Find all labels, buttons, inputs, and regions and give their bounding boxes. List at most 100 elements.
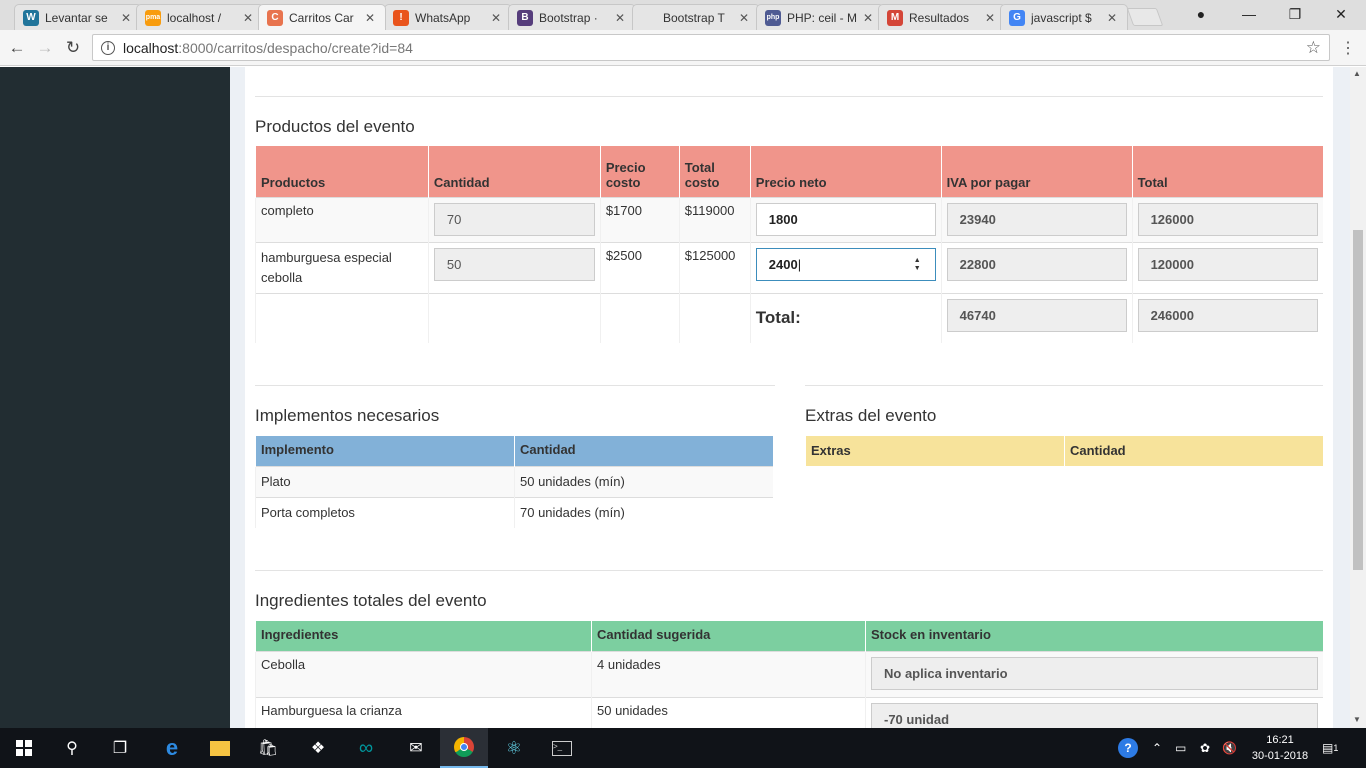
carritos-favicon: C: [267, 9, 283, 26]
implementos-title: Implementos necesarios: [255, 406, 440, 425]
store-icon[interactable]: 🛍: [244, 728, 292, 768]
cantidad-field: 70: [433, 202, 595, 236]
browser-tab[interactable]: pma localhost / ✕: [136, 4, 264, 30]
browser-tab[interactable]: W Levantar se ✕: [14, 4, 142, 30]
tab-title: localhost /: [167, 10, 222, 25]
implemento-name: Porta completos: [255, 496, 515, 528]
gmail-icon: M: [887, 9, 903, 26]
task-view-icon[interactable]: ❐: [96, 728, 144, 768]
tab-close-icon[interactable]: ✕: [363, 11, 377, 25]
browser-tab[interactable]: Bootstrap T ✕: [632, 4, 760, 30]
browser-tab-strip: W Levantar se ✕ pma localhost / ✕ C Carritos C…: [0, 0, 1366, 30]
maximize-button[interactable]: ❐: [1272, 0, 1318, 28]
browser-tab[interactable]: C Carritos Car ✕: [258, 4, 386, 30]
search-icon[interactable]: ⚲: [48, 728, 96, 768]
extras-title: Extras del evento: [805, 406, 937, 425]
scroll-thumb[interactable]: [1353, 230, 1363, 570]
totals-row: Total: 46740 246000: [255, 292, 1323, 343]
ingrediente-name: Cebolla: [255, 650, 592, 697]
dropbox-icon[interactable]: ❖: [294, 728, 342, 768]
wordpress-icon: W: [23, 9, 39, 26]
atom-icon[interactable]: ⚛: [490, 728, 538, 768]
page-scrollbar[interactable]: ▲ ▼: [1350, 67, 1366, 728]
back-arrow-icon[interactable]: ←: [6, 37, 28, 59]
forward-arrow-icon[interactable]: →: [34, 37, 56, 59]
precio-neto-input-focused[interactable]: 2400 | ▲ ▼: [755, 247, 936, 281]
table-row: Porta completos 70 unidades (mín): [255, 496, 773, 528]
battery-icon[interactable]: ▭: [1175, 728, 1186, 768]
mail-icon[interactable]: ✉: [392, 728, 440, 768]
ingredientes-title: Ingredientes totales del evento: [255, 591, 487, 610]
scroll-down-arrow-icon[interactable]: ▼: [1353, 715, 1361, 724]
arduino-icon[interactable]: ∞: [342, 728, 390, 768]
windows-start-icon[interactable]: [0, 728, 48, 768]
table-row: hamburguesa especial cebolla 50 $2500 $1…: [255, 241, 1323, 293]
address-bar[interactable]: i localhost:8000/carritos/despacho/creat…: [92, 34, 1330, 61]
browser-tab[interactable]: B Bootstrap · ✕: [508, 4, 636, 30]
tab-title: Bootstrap ·: [539, 10, 598, 25]
tab-close-icon[interactable]: ✕: [119, 11, 133, 25]
extras-table: Extras Cantidad: [805, 436, 1323, 466]
divider: [255, 570, 1323, 571]
file-explorer-icon[interactable]: [196, 728, 244, 768]
system-clock[interactable]: 16:21 30-01-2018: [1250, 732, 1310, 764]
clock-time: 16:21: [1266, 734, 1294, 746]
new-tab-button[interactable]: [1126, 8, 1164, 26]
tab-close-icon[interactable]: ✕: [489, 11, 503, 25]
chrome-taskbar-icon[interactable]: [440, 728, 488, 768]
browser-tab[interactable]: Gjavascript $ ✕: [1000, 4, 1128, 30]
tab-close-icon[interactable]: ✕: [861, 11, 875, 25]
col-ingredientes: Ingredientes: [255, 621, 592, 651]
browser-tab[interactable]: ! WhatsApp ✕: [384, 4, 512, 30]
edge-icon[interactable]: e: [148, 728, 196, 768]
profile-icon[interactable]: ●: [1178, 0, 1224, 28]
col-iva: IVA por pagar: [940, 146, 1133, 197]
precio-neto-input[interactable]: 1800: [755, 202, 936, 236]
tab-title: javascript $: [1031, 10, 1092, 25]
browser-tab[interactable]: M Resultados ✕: [878, 4, 1006, 30]
text-caret: |: [797, 256, 802, 272]
cantidad-field: 50: [433, 247, 595, 281]
tab-close-icon[interactable]: ✕: [1105, 11, 1119, 25]
divider: [255, 385, 775, 386]
wifi-icon[interactable]: ✿: [1200, 728, 1210, 768]
tab-close-icon[interactable]: ✕: [613, 11, 627, 25]
precio-costo: $2500: [599, 241, 680, 293]
col-total-costo: Total costo: [678, 146, 751, 197]
notification-count: 1: [1333, 743, 1339, 753]
implemento-cantidad: 70 unidades (mín): [514, 496, 773, 528]
stock-field: No aplica inventario: [871, 656, 1318, 690]
clock-date: 30-01-2018: [1251, 750, 1309, 762]
productos-header-row: Productos Cantidad Precio costo Total co…: [255, 146, 1323, 197]
tab-close-icon[interactable]: ✕: [241, 11, 255, 25]
terminal-icon[interactable]: >_: [538, 728, 586, 768]
tab-close-icon[interactable]: ✕: [983, 11, 997, 25]
volume-muted-icon[interactable]: 🔇: [1222, 728, 1237, 768]
table-row: completo 70 $1700 $119000 1800 23940 126…: [255, 196, 1323, 242]
chrome-menu-icon[interactable]: ⋮: [1340, 38, 1356, 58]
total-iva-field: 46740: [946, 298, 1127, 332]
iva-field: 22800: [946, 247, 1127, 281]
col-extras: Extras: [805, 436, 1065, 466]
minimize-button[interactable]: —: [1226, 0, 1272, 28]
reload-icon[interactable]: ↻: [62, 37, 84, 59]
col-total: Total: [1131, 146, 1323, 197]
close-window-button[interactable]: ✕: [1318, 0, 1364, 28]
notifications-icon[interactable]: ▤ 1: [1322, 728, 1338, 768]
help-icon[interactable]: ?: [1118, 728, 1138, 768]
windows-taskbar: ⚲ ❐ e 🛍 ❖ ∞ ✉ ⚛ >_ ? ⌃ ▭ ✿ 🔇 16:21 30-01…: [0, 728, 1366, 768]
table-row: Cebolla 4 unidades No aplica inventario: [255, 650, 1323, 697]
number-spinner-icon[interactable]: ▲ ▼: [914, 257, 921, 273]
tray-chevron-icon[interactable]: ⌃: [1152, 728, 1162, 768]
col-precio-neto: Precio neto: [749, 146, 942, 197]
tab-title: Carritos Car: [289, 10, 354, 25]
info-icon[interactable]: i: [101, 40, 115, 55]
total-costo: $125000: [678, 241, 751, 293]
tab-close-icon[interactable]: ✕: [737, 11, 751, 25]
precio-neto-value: 2400: [768, 256, 798, 272]
producto-name: completo: [255, 196, 429, 242]
bookmark-star-icon[interactable]: ☆: [1306, 38, 1321, 58]
scroll-up-arrow-icon[interactable]: ▲: [1353, 69, 1361, 78]
browser-tab[interactable]: php PHP: ceil - M ✕: [756, 4, 884, 30]
total-total-field: 246000: [1137, 298, 1318, 332]
